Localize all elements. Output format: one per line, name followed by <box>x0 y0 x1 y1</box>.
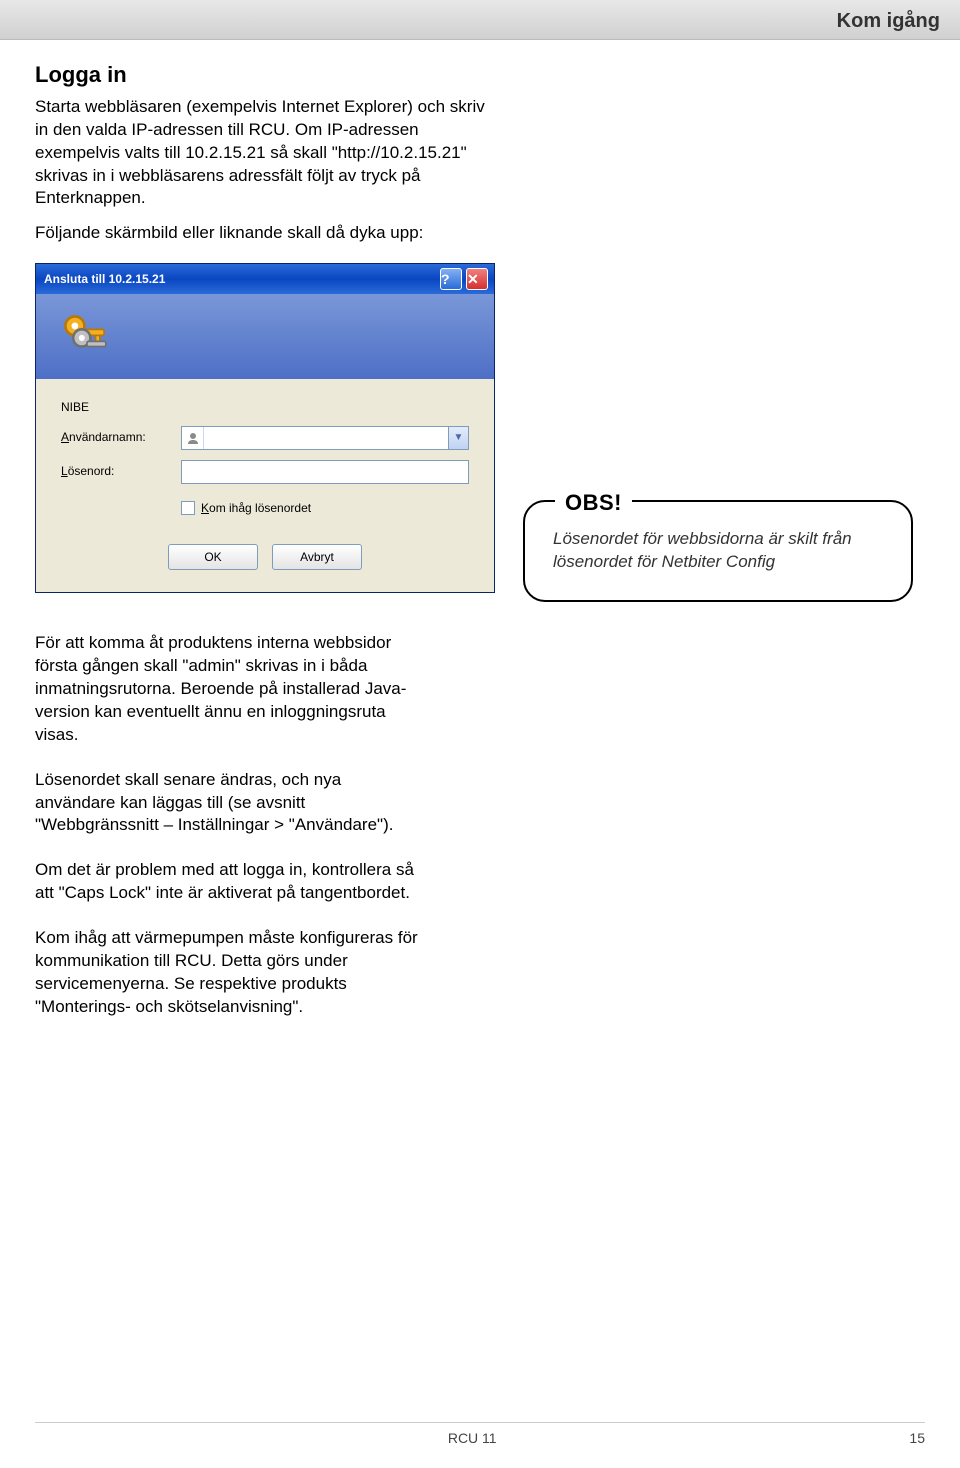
username-label: Användarnamn: <box>61 429 181 445</box>
page-header: Kom igång <box>0 0 960 40</box>
section-title: Kom igång <box>837 8 940 35</box>
close-icon: ✕ <box>467 270 487 289</box>
help-icon: ? <box>441 270 461 289</box>
footer-page: 15 <box>909 1429 925 1448</box>
cancel-button[interactable]: Avbryt <box>272 544 362 570</box>
obs-callout: OBS! Lösenordet för webbsidorna är skilt… <box>523 500 913 602</box>
intro-paragraph-2: Följande skärmbild eller liknande skall … <box>35 222 495 245</box>
dialog-banner <box>36 294 494 379</box>
user-icon <box>182 427 204 449</box>
remember-label: Kom ihåg lösenordet <box>201 500 311 516</box>
remember-checkbox[interactable] <box>181 501 195 515</box>
after-paragraph-1: För att komma åt produktens interna webb… <box>35 632 425 747</box>
after-paragraph-2: Lösenordet skall senare ändras, och nya … <box>35 769 425 838</box>
close-button[interactable]: ✕ <box>466 268 488 290</box>
password-input[interactable] <box>181 460 469 484</box>
chevron-down-icon[interactable]: ▼ <box>448 427 468 449</box>
dialog-title-text: Ansluta till 10.2.15.21 <box>44 271 436 287</box>
footer-doc: RCU 11 <box>35 1429 909 1448</box>
password-label: Lösenord: <box>61 463 181 479</box>
intro-paragraph-1: Starta webbläsaren (exempelvis Internet … <box>35 96 495 211</box>
after-paragraph-4: Kom ihåg att värmepumpen måste konfigure… <box>35 927 425 1019</box>
username-input[interactable]: ▼ <box>181 426 469 450</box>
page-footer: RCU 11 15 <box>0 1422 960 1448</box>
server-label: NIBE <box>61 399 181 415</box>
login-dialog: Ansluta till 10.2.15.21 ? ✕ <box>35 263 495 592</box>
callout-title: OBS! <box>555 488 632 518</box>
after-paragraph-3: Om det är problem med att logga in, kont… <box>35 859 425 905</box>
heading-logga-in: Logga in <box>35 60 495 90</box>
keys-icon <box>56 307 111 366</box>
dialog-titlebar: Ansluta till 10.2.15.21 ? ✕ <box>36 264 494 294</box>
ok-label: OK <box>204 549 221 565</box>
cancel-label: Avbryt <box>300 549 334 565</box>
help-button[interactable]: ? <box>440 268 462 290</box>
callout-text: Lösenordet för webbsidorna är skilt från… <box>553 528 883 574</box>
ok-button[interactable]: OK <box>168 544 258 570</box>
